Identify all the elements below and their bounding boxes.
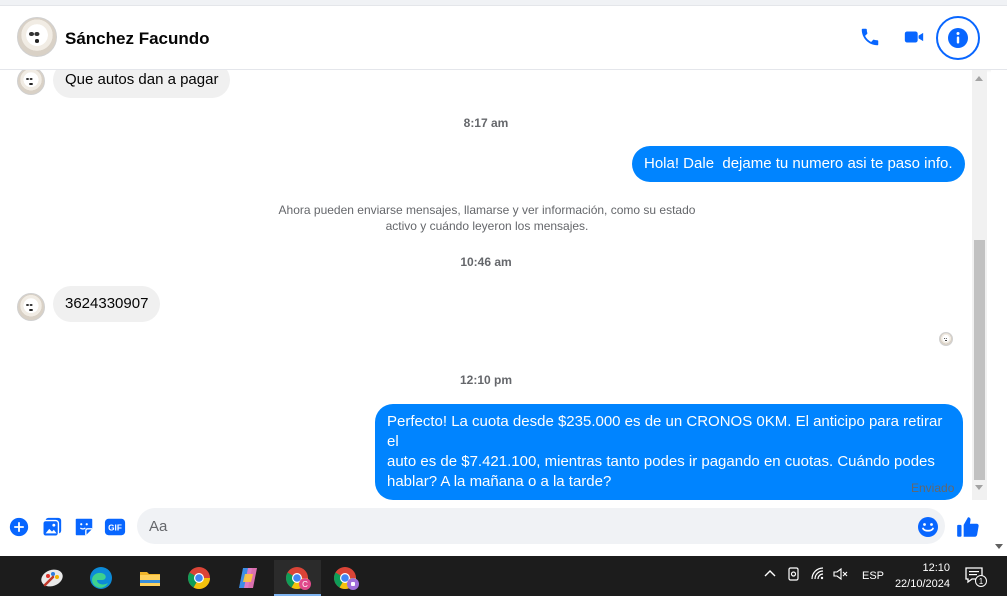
- seen-indicator-avatar: [939, 332, 953, 346]
- copilot-icon: [239, 568, 257, 588]
- notification-count: 1: [979, 577, 984, 586]
- conversation-info-button[interactable]: [936, 16, 980, 60]
- scroll-up-arrow[interactable]: [975, 76, 983, 81]
- message-bubble-outgoing[interactable]: Hola! Dale dejame tu numero asi te paso …: [632, 146, 965, 182]
- show-hidden-icons-button[interactable]: [763, 566, 777, 583]
- taskbar-app-chrome-incognito[interactable]: [326, 560, 366, 596]
- message-status: Enviado: [911, 481, 955, 495]
- attach-media-button[interactable]: [41, 516, 63, 538]
- message-scrollbar[interactable]: [972, 70, 987, 500]
- volume-muted-icon: [833, 567, 848, 581]
- clock[interactable]: 12:10 22/10/2024: [880, 560, 950, 592]
- chat-header: Sánchez Facundo: [0, 6, 1007, 70]
- sticker-button[interactable]: [73, 516, 95, 538]
- timestamp: 10:46 am: [460, 255, 512, 269]
- network-button[interactable]: [810, 566, 826, 585]
- sender-avatar[interactable]: [17, 293, 45, 321]
- video-camera-icon: [904, 31, 924, 43]
- privacy-notice-line: Ahora pueden enviarse mensajes, llamarse…: [278, 203, 696, 217]
- tray-meet-now-button[interactable]: [786, 566, 802, 585]
- paint-palette-icon: [41, 569, 63, 587]
- camera-tray-icon: [788, 567, 799, 581]
- privacy-notice-line: activo y cuándo leyeron los mensajes.: [385, 219, 589, 233]
- taskbar-app-chrome-profile[interactable]: C: [274, 560, 321, 596]
- scroll-down-arrow[interactable]: [975, 485, 983, 490]
- like-button[interactable]: [955, 514, 981, 540]
- task-view-button[interactable]: [0, 560, 8, 596]
- plus-circle-icon: [9, 517, 29, 537]
- messenger-window: Sánchez Facundo Que autos dan a pagar 8:…: [0, 0, 1007, 596]
- task-view-icon: [0, 571, 2, 585]
- info-icon: [948, 28, 968, 48]
- chrome-icon: [188, 567, 210, 589]
- message-list[interactable]: Que autos dan a pagar 8:17 am Hola! Dale…: [0, 70, 972, 500]
- edge-browser-icon: [90, 567, 112, 589]
- phone-icon: [861, 28, 879, 46]
- gif-icon: GIF: [104, 518, 126, 536]
- privacy-notice: Ahora pueden enviarse mensajes, llamarse…: [262, 202, 712, 234]
- page-scrollbar[interactable]: [991, 70, 1007, 556]
- sender-avatar[interactable]: [17, 70, 45, 95]
- chrome-secondary-profile-icon: [334, 567, 359, 590]
- gif-label: GIF: [108, 524, 122, 533]
- composer: GIF: [0, 500, 991, 556]
- chevron-up-icon: [764, 570, 776, 577]
- clock-date: 22/10/2024: [894, 578, 950, 590]
- message-line: Perfecto! La cuota desde $235.000 es de …: [387, 413, 943, 450]
- contact-name[interactable]: Sánchez Facundo: [65, 29, 210, 49]
- volume-button[interactable]: [832, 566, 848, 585]
- chrome-profile-icon: C: [285, 567, 311, 590]
- call-button[interactable]: [850, 17, 890, 57]
- message-bubble-incoming[interactable]: 3624330907: [53, 286, 161, 322]
- smiley-icon: [918, 517, 938, 537]
- contact-avatar[interactable]: [17, 17, 57, 57]
- windows-taskbar: C ESP 12:10 22/10/2024 1: [0, 556, 1007, 596]
- clock-time: 12:10: [922, 562, 950, 574]
- taskbar-app-file-explorer[interactable]: [130, 560, 170, 596]
- more-actions-button[interactable]: [8, 516, 30, 538]
- chrome-profile-letter: C: [302, 580, 308, 589]
- page-scroll-down-arrow[interactable]: [995, 544, 1003, 549]
- message-bubble-incoming[interactable]: Que autos dan a pagar: [53, 70, 231, 98]
- gif-button[interactable]: GIF: [104, 516, 126, 538]
- notification-icon: 1: [965, 567, 987, 587]
- timestamp: 12:10 pm: [459, 373, 513, 387]
- emoji-button[interactable]: [916, 515, 940, 539]
- message-input[interactable]: [137, 508, 945, 544]
- image-gallery-icon: [42, 517, 62, 537]
- sticker-icon: [75, 518, 93, 536]
- scroll-thumb[interactable]: [974, 240, 985, 480]
- message-bubble-outgoing[interactable]: Perfecto! La cuota desde $235.000 es de …: [375, 404, 963, 500]
- timestamp: 8:17 am: [463, 116, 509, 130]
- taskbar-app-edge[interactable]: [81, 560, 121, 596]
- taskbar-app-chrome[interactable]: [179, 560, 219, 596]
- folder-icon: [140, 572, 160, 586]
- message-line: hablar? A la mañana o a la tarde?: [387, 473, 612, 490]
- wifi-icon: [811, 567, 824, 580]
- message-line: auto es de $7.421.100, mientras tanto po…: [387, 453, 935, 470]
- thumbs-up-icon: [957, 517, 979, 537]
- notification-center-button[interactable]: 1: [964, 566, 988, 591]
- taskbar-app-copilot[interactable]: [228, 560, 268, 596]
- video-call-button[interactable]: [894, 17, 934, 57]
- taskbar-app-paint[interactable]: [32, 560, 72, 596]
